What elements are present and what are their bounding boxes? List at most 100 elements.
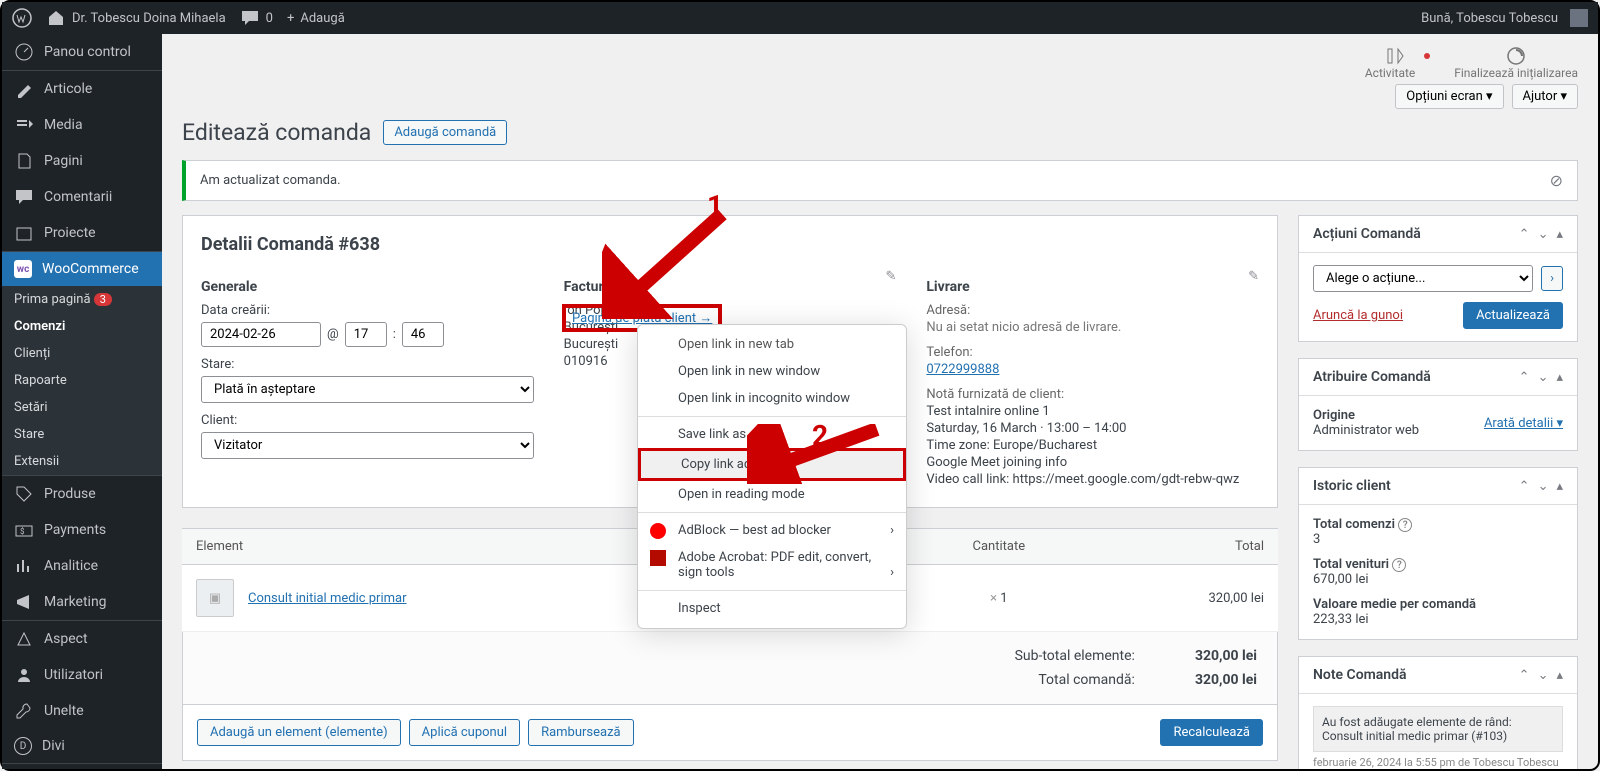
addr-label: Adresă: — [926, 303, 1259, 318]
svg-text:$: $ — [20, 527, 25, 536]
ctx-open-incognito[interactable]: Open link in incognito window — [638, 385, 906, 412]
order-date-input[interactable] — [201, 322, 321, 347]
addr-value: Nu ai setat nicio adresă de livrare. — [926, 320, 1259, 335]
woo-submenu: Prima pagină 3 Comenzi Clienți Rapoarte … — [2, 286, 162, 475]
wp-admin-bar: Dr. Tobescu Doina Mihaela 0 +Adaugă Bună… — [2, 2, 1598, 34]
product-link[interactable]: Consult initial medic primar — [248, 591, 407, 606]
status-label: Stare: — [201, 357, 534, 372]
sub-orders[interactable]: Comenzi — [2, 313, 162, 340]
col-total: Total — [1090, 529, 1278, 565]
page-title: Editează comanda — [182, 119, 371, 146]
order-totals: Sub-total elemente:320,00 lei Total coma… — [182, 632, 1278, 705]
note-l1: Test intalnire online 1 — [926, 404, 1259, 419]
date-label: Data creării: — [201, 303, 534, 318]
order-customer-select[interactable]: Vizitator — [201, 432, 534, 459]
item-total: 320,00 lei — [1090, 565, 1278, 632]
menu-users[interactable]: Utilizatori — [2, 657, 162, 693]
phone-label: Telefon: — [926, 345, 1259, 360]
refund-button[interactable]: Rambursează — [528, 719, 634, 746]
note-l5: Video call link: https://meet.google.com… — [926, 472, 1259, 487]
order-attribution-panel: Atribuire Comandă⌃⌄▴ OrigineAdministrato… — [1298, 358, 1578, 451]
note-l4: Google Meet joining info — [926, 455, 1259, 470]
trash-link[interactable]: Aruncă la gunoi — [1313, 308, 1403, 323]
sub-status[interactable]: Stare — [2, 421, 162, 448]
menu-dashboard[interactable]: Panou control — [2, 34, 162, 70]
order-action-select[interactable]: Alege o acțiune... — [1313, 265, 1533, 292]
product-thumb-icon: ▣ — [196, 579, 234, 617]
customer-history-panel: Istoric client⌃⌄▴ Total comenzi ? 3 Tota… — [1298, 467, 1578, 640]
order-actions-panel: Acțiuni Comandă⌃⌄▴ Alege o acțiune... › … — [1298, 215, 1578, 342]
ctx-inspect[interactable]: Inspect — [638, 595, 906, 622]
client-label: Client: — [201, 413, 534, 428]
ctx-adobe[interactable]: Adobe Acrobat: PDF edit, convert, sign t… — [638, 544, 906, 586]
annotation-number-2: 2 — [812, 419, 828, 452]
run-action-button[interactable]: › — [1541, 266, 1563, 291]
updated-notice: Am actualizat comanda. ⊘ — [182, 160, 1578, 201]
dismiss-notice-icon[interactable]: ⊘ — [1550, 171, 1563, 190]
recalculate-button[interactable]: Recalculează — [1160, 719, 1263, 746]
menu-pages[interactable]: Pagini — [2, 143, 162, 179]
wp-logo[interactable] — [12, 8, 32, 28]
edit-shipping-icon[interactable]: ✎ — [1248, 269, 1259, 284]
show-details-link[interactable]: Arată detalii ▾ — [1484, 416, 1563, 431]
menu-payments[interactable]: $Payments — [2, 512, 162, 548]
order-status-select[interactable]: Plată în așteptare — [201, 376, 534, 403]
help-button[interactable]: Ajutor ▾ — [1512, 84, 1578, 109]
apply-coupon-button[interactable]: Aplică cuponul — [409, 719, 520, 746]
edit-billing-icon[interactable]: ✎ — [885, 269, 896, 284]
shipping-heading: Livrare — [926, 279, 1259, 295]
finish-setup-tab[interactable]: Finalizează inițializarea — [1454, 46, 1578, 80]
panel-down-icon[interactable]: ⌄ — [1538, 227, 1549, 242]
menu-comments[interactable]: Comentarii — [2, 179, 162, 215]
update-button[interactable]: Actualizează — [1463, 302, 1563, 329]
add-new[interactable]: +Adaugă — [287, 11, 345, 26]
cust-note-label: Notă furnizată de client: — [926, 387, 1259, 402]
panel-toggle-icon[interactable]: ▴ — [1556, 227, 1563, 242]
menu-media[interactable]: Media — [2, 107, 162, 143]
panel-up-icon[interactable]: ⌃ — [1519, 227, 1530, 242]
menu-tools[interactable]: Unelte — [2, 693, 162, 729]
admin-menu: Panou control Articole Media Pagini Come… — [2, 34, 162, 769]
menu-projects[interactable]: Proiecte — [2, 215, 162, 251]
sub-reports[interactable]: Rapoarte — [2, 367, 162, 394]
sub-home[interactable]: Prima pagină 3 — [2, 286, 162, 313]
comments-bubble[interactable]: 0 — [240, 8, 273, 28]
menu-collapse[interactable]: Restrânge meniul — [2, 763, 162, 769]
date-at: @ — [327, 327, 339, 342]
activity-tab[interactable]: Activitate — [1365, 46, 1424, 80]
menu-divi[interactable]: DDivi — [2, 729, 162, 763]
menu-products[interactable]: Produse — [2, 475, 162, 512]
items-actions: Adaugă un element (elemente) Aplică cupo… — [182, 705, 1278, 761]
order-hour-input[interactable] — [345, 322, 387, 347]
ctx-open-new-tab[interactable]: Open link in new tab — [638, 331, 906, 358]
screen-options-button[interactable]: Opțiuni ecran ▾ — [1395, 84, 1503, 109]
ctx-open-new-window[interactable]: Open link in new window — [638, 358, 906, 385]
help-icon[interactable]: ? — [1398, 518, 1412, 532]
sub-customers[interactable]: Clienți — [2, 340, 162, 367]
order-minute-input[interactable] — [402, 322, 444, 347]
sub-settings[interactable]: Setări — [2, 394, 162, 421]
annotation-number-1: 1 — [707, 189, 723, 222]
order-notes-panel: Note Comandă⌃⌄▴ Au fost adăugate element… — [1298, 656, 1578, 769]
menu-analytics[interactable]: Analitice — [2, 548, 162, 584]
menu-marketing[interactable]: Marketing — [2, 584, 162, 620]
menu-woocommerce[interactable]: wcWooCommerce — [2, 251, 162, 286]
col-qty: Cantitate — [908, 529, 1090, 565]
sub-extensions[interactable]: Extensii — [2, 448, 162, 475]
note-content: Au fost adăugate elemente de rând: Consu… — [1313, 706, 1563, 752]
menu-appearance[interactable]: Aspect — [2, 620, 162, 657]
add-order-button[interactable]: Adaugă comandă — [383, 120, 507, 145]
phone-link[interactable]: 0722999888 — [926, 362, 999, 377]
greeting[interactable]: Bună, Tobescu Tobescu — [1421, 9, 1588, 27]
ctx-reading-mode[interactable]: Open in reading mode — [638, 481, 906, 508]
ctx-adblock[interactable]: AdBlock — best ad blocker› — [638, 517, 906, 544]
note-l3: Time zone: Europe/Bucharest — [926, 438, 1259, 453]
general-heading: Generale — [201, 279, 534, 295]
annotation-arrow-1 — [602, 209, 732, 319]
site-name[interactable]: Dr. Tobescu Doina Mihaela — [46, 8, 226, 28]
main-content: Activitate Finalizează inițializarea Opț… — [162, 34, 1598, 769]
menu-posts[interactable]: Articole — [2, 70, 162, 107]
note-l2: Saturday, 16 March · 13:00 – 14:00 — [926, 421, 1259, 436]
item-qty: × 1 — [908, 565, 1090, 632]
add-item-button[interactable]: Adaugă un element (elemente) — [197, 719, 401, 746]
